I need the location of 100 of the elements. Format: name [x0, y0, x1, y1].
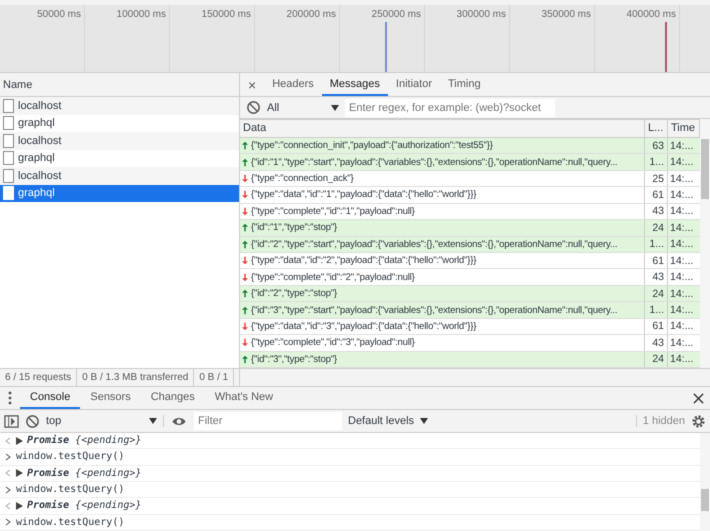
message-time: 14:... [670, 353, 694, 366]
message-length: 1... [649, 304, 664, 316]
message-length: 43 [652, 205, 664, 218]
caret-icon [149, 418, 157, 424]
expand-triangle-icon[interactable] [16, 502, 23, 510]
message-data: {"type":"complete","id":"2","payload":null} [251, 272, 415, 283]
drawer-tab[interactable]: What's New [204, 387, 284, 409]
up-arrow-icon [242, 354, 248, 364]
request-row[interactable]: localhost [0, 97, 239, 114]
scrollbar[interactable] [700, 119, 710, 368]
message-row[interactable]: {"type":"complete","id":"2","payload":null} 43 14:... [240, 269, 700, 286]
request-row[interactable]: graphql [0, 184, 239, 202]
context-select[interactable]: top [46, 415, 164, 427]
message-row[interactable]: {"type":"connection_init","payload":{"authorization":"test55"}} 63 14:... [240, 138, 700, 154]
clear-icon[interactable] [25, 414, 40, 428]
document-icon [3, 116, 14, 130]
message-length: 61 [652, 320, 664, 332]
message-time: 14:... [670, 172, 694, 185]
message-type-select[interactable]: All [267, 102, 339, 114]
message-row[interactable]: {"type":"complete","id":"1","payload":null} 43 14:... [240, 204, 700, 220]
message-data: {"type":"data","id":"2","payload":{"data":{"hello":"world"}}} [251, 255, 476, 266]
message-row[interactable]: {"type":"connection_ack"} 25 14:... [240, 170, 700, 188]
message-data: {"id":"1","type":"start","payload":{"variables":{},"extensions":{},"operationName":null,"query... [251, 156, 618, 168]
request-name: localhost [18, 170, 62, 182]
request-name: localhost [18, 134, 62, 147]
column-header[interactable]: L... [645, 120, 668, 137]
message-data: {"type":"complete","id":"3","payload":null} [251, 337, 415, 348]
message-data: {"id":"2","type":"stop"} [251, 288, 337, 300]
timeline-tick-label: 100000 ms [116, 9, 166, 21]
message-time: 14:... [670, 205, 694, 218]
message-data: {"type":"complete","id":"1","payload":null} [251, 206, 415, 217]
console-output: Promise {<pending>} [27, 500, 142, 512]
timeline-tick-label: 350000 ms [542, 9, 591, 21]
drawer-tab[interactable]: Sensors [80, 387, 141, 409]
timeline-tick-label: 400000 ms [626, 9, 676, 21]
caret-icon [331, 104, 339, 110]
console-command-text: window.testQuery() [16, 484, 124, 496]
timeline-tick-label: 200000 ms [286, 9, 336, 21]
column-header[interactable]: Name [0, 73, 239, 97]
message-row[interactable]: {"id":"3","type":"stop"} 24 14:... [240, 352, 700, 368]
request-row[interactable]: localhost [0, 132, 239, 150]
timeline-tick-label: 150000 ms [202, 9, 251, 21]
regex-filter-field[interactable]: Enter regex, for example: (web)?socket [345, 98, 555, 116]
message-length: 24 [652, 288, 664, 300]
message-length: 25 [652, 172, 664, 185]
message-row[interactable]: {"id":"1","type":"stop"} 24 14:... [240, 220, 700, 237]
close-icon[interactable] [693, 392, 704, 404]
timeline-tick-label: 250000 ms [372, 9, 421, 21]
hidden-count: 1 hidden [636, 415, 685, 427]
caret-icon[interactable] [420, 418, 428, 424]
message-row[interactable]: {"id":"2","type":"start","payload":{"variables":{},"extensions":{},"operationName":null,"query... 1... 14:... [240, 236, 700, 253]
request-name: localhost [18, 100, 62, 112]
request-name: graphql [18, 117, 55, 130]
message-time: 14:... [670, 304, 694, 316]
document-icon [3, 168, 14, 183]
timeline-marker [385, 22, 387, 72]
request-name: graphql [18, 187, 55, 200]
message-data: {"type":"connection_ack"} [251, 173, 354, 184]
scrollbar[interactable] [700, 433, 710, 531]
detail-tab[interactable]: Headers [264, 73, 322, 96]
message-row[interactable]: {"type":"complete","id":"3","payload":null} 43 14:... [240, 335, 700, 352]
message-row[interactable]: {"type":"data","id":"2","payload":{"data":{"hello":"world"}}} 61 14:... [240, 252, 700, 270]
drawer-tab[interactable]: Changes [140, 387, 205, 409]
message-row[interactable]: {"id":"2","type":"stop"} 24 14:... [240, 286, 700, 302]
timeline-tick-label: 50000 ms [37, 9, 81, 21]
message-time: 14:... [670, 288, 694, 300]
message-data: {"type":"data","id":"3","payload":{"data":{"hello":"world"}}} [251, 320, 476, 332]
message-length: 43 [652, 336, 664, 349]
message-row[interactable]: {"type":"data","id":"1","payload":{"data":{"hello":"world"}}} 61 14:... [240, 187, 700, 204]
document-icon [3, 151, 14, 166]
request-row[interactable]: graphql [0, 150, 239, 167]
document-icon [3, 134, 14, 148]
message-row[interactable]: {"type":"data","id":"3","payload":{"data":{"hello":"world"}}} 61 14:... [240, 318, 700, 336]
message-data: {"id":"2","type":"start","payload":{"variables":{},"extensions":{},"operationName":null,"query... [251, 238, 618, 250]
document-icon [3, 186, 14, 200]
prompt-chevron-icon [4, 518, 12, 526]
request-row[interactable]: graphql [0, 114, 239, 132]
expand-triangle-icon[interactable] [16, 436, 23, 445]
settings-icon[interactable] [691, 414, 706, 428]
request-row[interactable]: localhost [0, 167, 239, 184]
message-time: 14:... [670, 320, 694, 332]
message-time: 14:... [670, 156, 694, 168]
console-output: Promise {<pending>} [27, 468, 142, 479]
expand-triangle-icon[interactable] [16, 469, 23, 478]
message-data: {"id":"3","type":"start","payload":{"variables":{},"extensions":{},"operationName":null,"query... [251, 304, 618, 316]
timeline-tick-label: 300000 ms [456, 9, 506, 21]
message-row[interactable]: {"id":"1","type":"start","payload":{"variables":{},"extensions":{},"operationName":null,"query... 1... 14:... [240, 154, 700, 171]
message-length: 24 [652, 353, 664, 366]
detail-tab[interactable]: Timing [440, 73, 489, 96]
detail-tab[interactable]: Initiator [388, 73, 440, 96]
message-length: 61 [652, 254, 664, 267]
timeline-marker [665, 22, 667, 72]
console-filter-field[interactable]: Filter [194, 412, 342, 430]
message-length: 43 [652, 271, 664, 284]
column-header[interactable]: Data [240, 120, 645, 137]
clear-icon[interactable] [246, 100, 261, 115]
close-button[interactable]: × [240, 73, 264, 96]
message-row[interactable]: {"id":"3","type":"start","payload":{"variables":{},"extensions":{},"operationName":null,"query... 1... 14:... [240, 302, 700, 319]
log-levels-dropdown[interactable]: Default levels [348, 415, 414, 427]
sidebar-toggle-icon[interactable] [4, 414, 19, 428]
